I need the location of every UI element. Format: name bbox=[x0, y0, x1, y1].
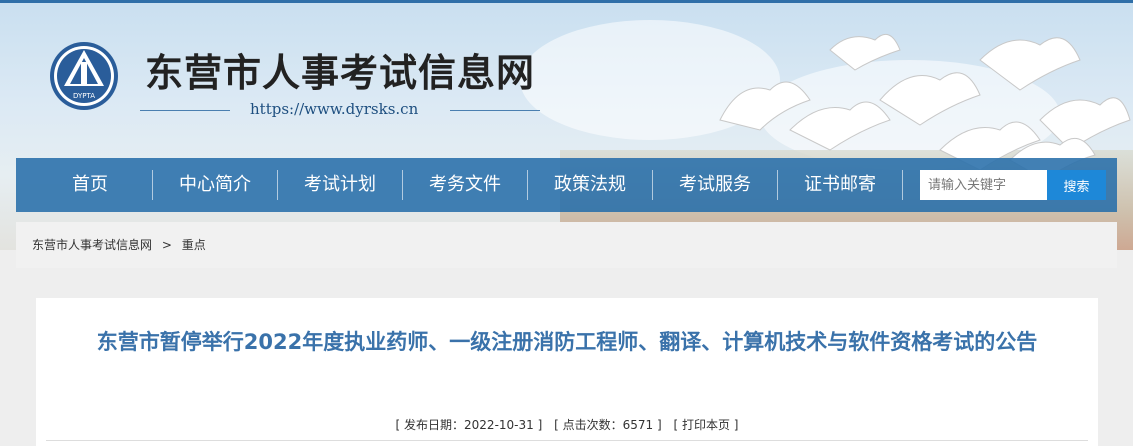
header-banner: DYPTA 东营市人事考试信息网 https://www.dyrsks.cn bbox=[0, 0, 1133, 250]
nav-item-policies[interactable]: 政策法规 bbox=[528, 158, 652, 212]
nav-item-about[interactable]: 中心简介 bbox=[153, 158, 277, 212]
main-nav: 首页 中心简介 考试计划 考务文件 政策法规 考试服务 证书邮寄 搜索 bbox=[16, 158, 1117, 212]
search-button[interactable]: 搜索 bbox=[1047, 170, 1106, 200]
article-panel: 东营市暂停举行2022年度执业药师、一级注册消防工程师、翻译、计算机技术与软件资… bbox=[36, 298, 1098, 446]
search-input[interactable] bbox=[920, 170, 1047, 200]
site-title[interactable]: 东营市人事考试信息网 bbox=[145, 42, 535, 97]
site-logo[interactable]: DYPTA bbox=[48, 40, 120, 112]
divider bbox=[450, 110, 540, 111]
top-accent-line bbox=[0, 0, 1133, 3]
breadcrumb-current[interactable]: 重点 bbox=[182, 238, 206, 252]
nav-item-exam-documents[interactable]: 考务文件 bbox=[403, 158, 527, 212]
click-count: [ 点击次数：6571 ] bbox=[554, 418, 662, 432]
breadcrumb-separator: > bbox=[161, 238, 172, 252]
site-url: https://www.dyrsks.cn bbox=[250, 100, 419, 118]
nav-item-certificate-mail[interactable]: 证书邮寄 bbox=[778, 158, 902, 212]
nav-item-exam-services[interactable]: 考试服务 bbox=[653, 158, 777, 212]
article-meta: [ 发布日期：2022-10-31 ] [ 点击次数：6571 ] [ 打印本页… bbox=[36, 416, 1098, 433]
breadcrumb: 东营市人事考试信息网 > 重点 bbox=[16, 222, 1117, 268]
divider bbox=[140, 110, 230, 111]
article-title: 东营市暂停举行2022年度执业药师、一级注册消防工程师、翻译、计算机技术与软件资… bbox=[96, 330, 1038, 354]
print-page-link[interactable]: [ 打印本页 ] bbox=[673, 418, 738, 432]
nav-separator bbox=[902, 170, 903, 200]
nav-item-exam-plan[interactable]: 考试计划 bbox=[278, 158, 402, 212]
site-url-block: https://www.dyrsks.cn bbox=[140, 98, 540, 122]
nav-item-home[interactable]: 首页 bbox=[28, 158, 152, 212]
divider bbox=[46, 440, 1088, 441]
breadcrumb-home-link[interactable]: 东营市人事考试信息网 bbox=[32, 238, 152, 252]
logo-text: DYPTA bbox=[73, 92, 95, 100]
publish-date: [ 发布日期：2022-10-31 ] bbox=[395, 418, 543, 432]
